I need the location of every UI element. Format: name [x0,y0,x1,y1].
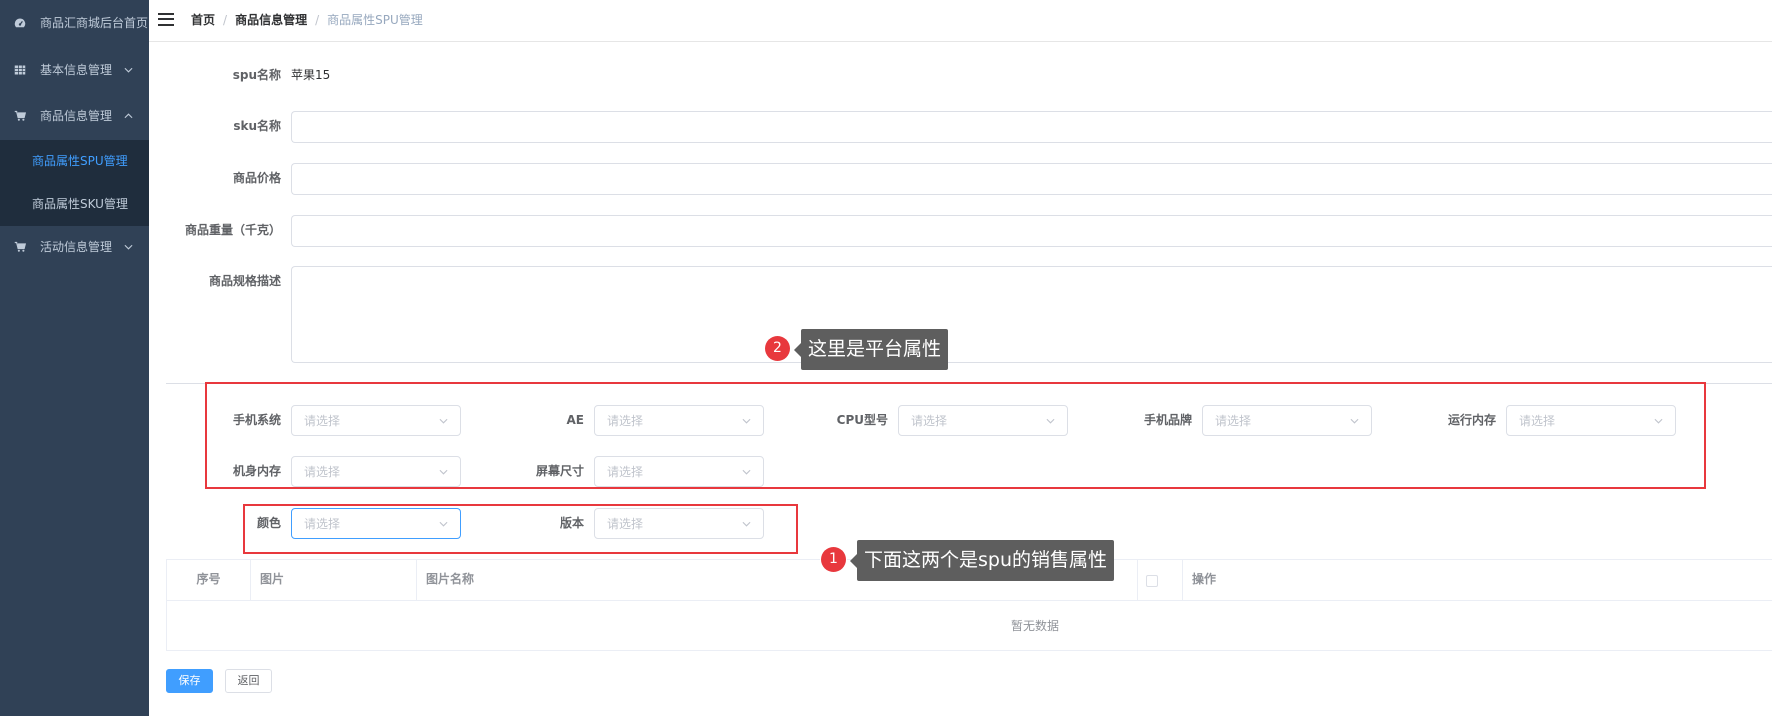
sidebar-item-basic-info[interactable]: 基本信息管理 [0,47,149,93]
platform-attr-select[interactable]: 请选择 [594,405,764,436]
price-label: 商品价格 [232,171,281,185]
sale-attr-label: 颜色 [256,516,281,530]
sidebar-item-label: 基本信息管理 [40,63,113,77]
sidebar-item-spu-management[interactable]: 商品属性SPU管理 [0,140,149,183]
column-divider [416,560,417,600]
grid-icon [14,65,26,75]
sidebar: 商品汇商城后台首页 基本信息管理 商品信息管理 商品属性SPU管理 商品属性SK… [0,0,149,716]
platform-attr-select[interactable]: 请选择 [898,405,1068,436]
platform-attr-label: 运行内存 [1447,413,1496,427]
chevron-down-icon [124,244,133,250]
platform-attr-label: AE [566,413,584,427]
sku-name-input[interactable] [291,111,1772,143]
platform-attr-select[interactable]: 请选择 [1202,405,1372,436]
spu-name-label: spu名称 [232,68,281,82]
breadcrumb-product-info[interactable]: 商品信息管理 [235,13,307,27]
price-input[interactable] [291,163,1772,195]
select-placeholder: 请选择 [304,414,341,428]
header-divider [149,41,1772,42]
select-placeholder: 请选择 [911,414,948,428]
table-empty-text: 暂无数据 [1010,619,1059,633]
save-button[interactable]: 保存 [166,669,213,693]
sidebar-item-label: 商品汇商城后台首页 [40,16,149,30]
chevron-down-icon [439,521,448,527]
weight-input[interactable] [291,215,1772,247]
sidebar-item-label: 商品属性SPU管理 [32,154,128,168]
breadcrumb-home[interactable]: 首页 [191,13,215,27]
chevron-down-icon [742,521,751,527]
platform-attr-label: 机身内存 [232,464,281,478]
chevron-down-icon [742,418,751,424]
chevron-down-icon [742,469,751,475]
column-divider [1137,560,1138,600]
column-divider [1182,560,1183,600]
table-header-index: 序号 [196,572,221,586]
hamburger-icon[interactable] [158,13,174,26]
annotation-tooltip-1: 下面这两个是spu的销售属性 [849,540,1115,581]
select-placeholder: 请选择 [607,517,644,531]
select-placeholder: 请选择 [607,414,644,428]
cart-icon [14,110,26,121]
chevron-down-icon [124,67,133,73]
platform-attr-label: 手机品牌 [1143,413,1192,427]
chevron-down-icon [439,418,448,424]
description-label: 商品规格描述 [208,274,281,288]
select-placeholder: 请选择 [304,517,341,531]
sidebar-item-label: 活动信息管理 [40,240,113,254]
sidebar-item-label: 商品信息管理 [40,109,113,123]
select-placeholder: 请选择 [607,465,644,479]
select-placeholder: 请选择 [1215,414,1252,428]
platform-attr-select[interactable]: 请选择 [291,456,461,487]
weight-label: 商品重量（千克） [184,223,281,237]
chevron-up-icon [124,113,133,119]
dashboard-icon [14,18,26,28]
spu-name-value: 苹果15 [291,68,331,82]
sale-attr-select-version[interactable]: 请选择 [594,508,764,539]
platform-attr-label: CPU型号 [836,413,888,427]
breadcrumb-separator: / [315,13,320,27]
sidebar-item-sku-management[interactable]: 商品属性SKU管理 [0,183,149,226]
table-header-image-name: 图片名称 [426,572,475,586]
table-header-actions: 操作 [1192,572,1217,586]
app-root: 商品汇商城后台首页 基本信息管理 商品信息管理 商品属性SPU管理 商品属性SK… [0,0,1772,716]
back-button[interactable]: 返回 [225,669,272,693]
breadcrumb: 首页 / 商品信息管理 / 商品属性SPU管理 [191,12,423,29]
sku-name-label: sku名称 [233,119,281,133]
sidebar-submenu-product-info: 商品属性SPU管理 商品属性SKU管理 [0,140,149,226]
sale-attr-label: 版本 [559,516,584,530]
sale-attr-select-color[interactable]: 请选择 [291,508,461,539]
select-placeholder: 请选择 [1519,414,1556,428]
select-all-checkbox[interactable] [1146,575,1158,587]
chevron-down-icon [1046,418,1055,424]
platform-attr-select[interactable]: 请选择 [1506,405,1676,436]
table-header-image: 图片 [260,572,285,586]
sidebar-item-home[interactable]: 商品汇商城后台首页 [0,0,149,46]
platform-attr-label: 屏幕尺寸 [535,464,584,478]
select-placeholder: 请选择 [304,465,341,479]
chevron-down-icon [1350,418,1359,424]
platform-attr-select[interactable]: 请选择 [291,405,461,436]
chevron-down-icon [439,469,448,475]
column-divider [250,560,251,600]
sidebar-item-activity-info[interactable]: 活动信息管理 [0,224,149,270]
sidebar-item-label: 商品属性SKU管理 [32,197,128,211]
platform-attr-select[interactable]: 请选择 [594,456,764,487]
annotation-badge-2: 2 [765,336,790,361]
description-textarea[interactable] [291,266,1772,363]
chevron-down-icon [1654,418,1663,424]
platform-attr-label: 手机系统 [232,413,281,427]
cart-icon [14,241,26,252]
breadcrumb-current: 商品属性SPU管理 [327,13,423,27]
annotation-tooltip-2: 这里是平台属性 [793,329,949,370]
annotation-badge-1: 1 [821,547,846,572]
sidebar-item-product-info[interactable]: 商品信息管理 [0,93,149,139]
breadcrumb-separator: / [223,13,228,27]
